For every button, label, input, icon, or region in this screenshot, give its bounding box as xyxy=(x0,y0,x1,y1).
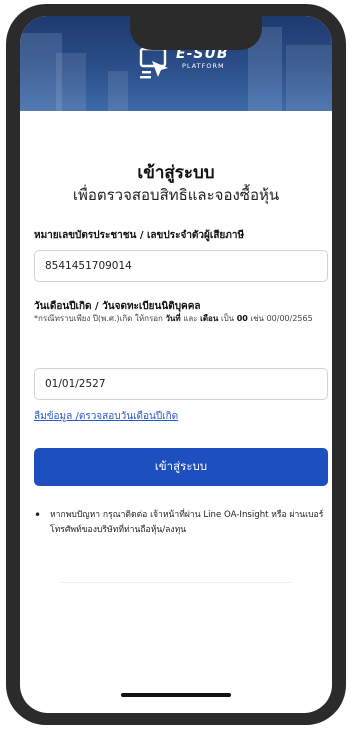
help-note: • หากพบปัญหา กรุณาติดต่อ เจ้าหน้าที่ผ่าน… xyxy=(34,508,330,538)
dob-hint-example: เช่น 00/00/2565 xyxy=(247,314,313,323)
esub-logo-icon xyxy=(139,47,168,79)
building-silhouette xyxy=(108,71,128,111)
dob-hint-month: เดือน xyxy=(200,314,219,323)
phone-frame: E-SUB PLATFORM เข้าสู่ระบบ เพื่อตรวจสอบส… xyxy=(6,4,346,725)
dob-input[interactable] xyxy=(34,368,328,400)
bullet-icon: • xyxy=(34,508,42,522)
dob-hint: *กรณีทราบเพียง ปี(พ.ศ.)เกิด ให้กรอก วันท… xyxy=(34,312,328,325)
esub-logo: E-SUB PLATFORM xyxy=(138,46,229,82)
dob-hint-day: วันที่ xyxy=(165,314,181,323)
divider xyxy=(60,582,292,583)
page-title: เข้าสู่ระบบ xyxy=(137,163,215,183)
dob-hint-text: *กรณีทราบเพียง ปี(พ.ศ.)เกิด ให้กรอก xyxy=(34,314,166,323)
id-field-label: หมายเลขบัตรประชาชน / เลขประจำตัวผู้เสียภ… xyxy=(34,230,245,241)
help-note-text: หากพบปัญหา กรุณาติดต่อ เจ้าหน้าที่ผ่าน L… xyxy=(50,510,324,535)
id-number-input[interactable] xyxy=(34,250,328,282)
building-silhouette xyxy=(286,45,332,111)
phone-notch xyxy=(130,16,262,50)
forgot-info-link[interactable]: ลืมข้อมูล /ตรวจสอบวันเดือนปีเกิด xyxy=(34,409,178,424)
login-button[interactable]: เข้าสู่ระบบ xyxy=(34,448,328,486)
screen: E-SUB PLATFORM เข้าสู่ระบบ เพื่อตรวจสอบส… xyxy=(20,16,332,713)
dob-hint-text: และ xyxy=(180,314,201,323)
logo-tagline: PLATFORM xyxy=(182,62,225,70)
home-indicator xyxy=(121,693,231,697)
dob-hint-zero: 00 xyxy=(236,314,248,323)
building-silhouette xyxy=(56,53,86,111)
page-subtitle: เพื่อตรวจสอบสิทธิและจองซื้อหุ้น xyxy=(72,186,280,204)
dob-hint-text: เป็น xyxy=(218,314,237,323)
